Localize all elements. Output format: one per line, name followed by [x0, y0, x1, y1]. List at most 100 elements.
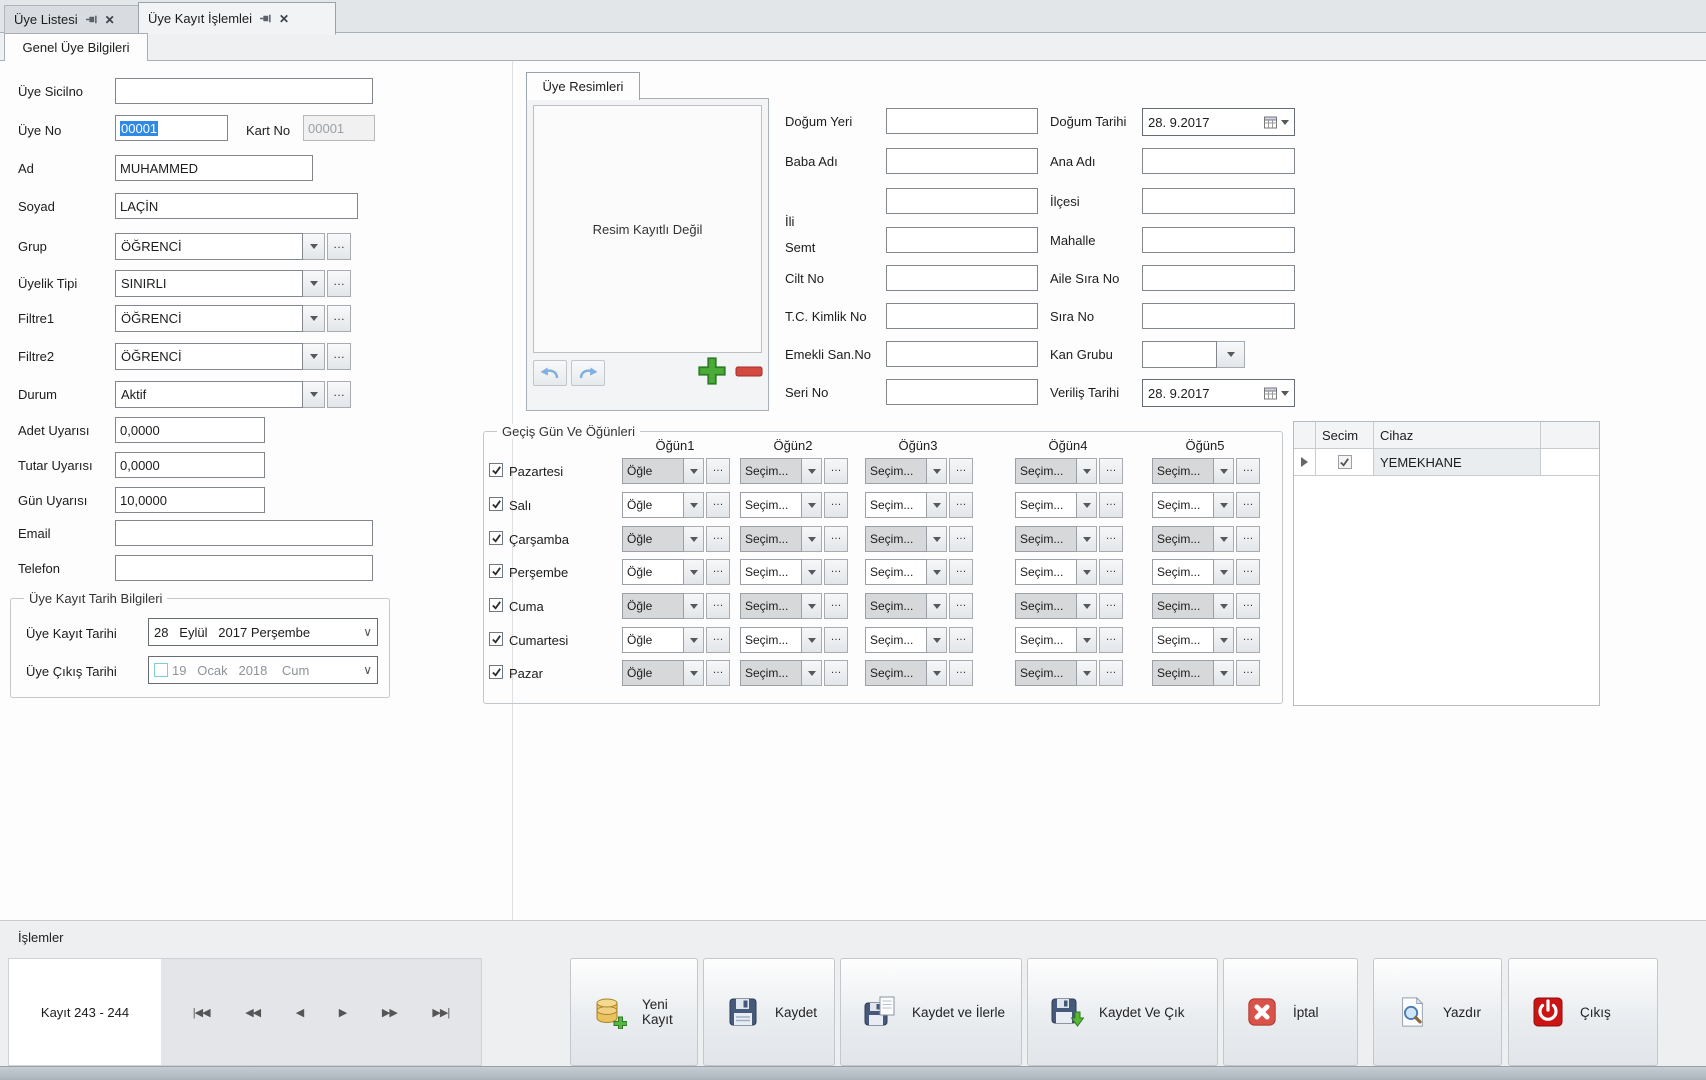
- dropdown-arrow-icon[interactable]: [802, 660, 822, 686]
- durum-combo[interactable]: Aktif …: [115, 381, 351, 408]
- ellipsis-button[interactable]: …: [824, 593, 848, 619]
- dropdown-arrow-icon[interactable]: [1077, 593, 1097, 619]
- ellipsis-button[interactable]: …: [1236, 458, 1260, 484]
- seri-no-input[interactable]: [886, 379, 1038, 405]
- nav-prev-page-button[interactable]: ◀◀: [245, 1006, 260, 1019]
- meal-combo[interactable]: Öğle…: [622, 559, 730, 585]
- dropdown-arrow-icon[interactable]: [1214, 593, 1234, 619]
- ellipsis-button[interactable]: …: [949, 660, 973, 686]
- dropdown-arrow-icon[interactable]: [802, 627, 822, 653]
- ilcesi-input[interactable]: [1142, 188, 1295, 214]
- ellipsis-button[interactable]: …: [949, 458, 973, 484]
- ellipsis-button[interactable]: …: [1099, 660, 1123, 686]
- meal-combo[interactable]: Seçim...…: [865, 627, 973, 653]
- grup-combo[interactable]: ÖĞRENCİ …: [115, 233, 351, 260]
- ellipsis-button[interactable]: …: [1236, 593, 1260, 619]
- dropdown-arrow-icon[interactable]: [303, 305, 325, 332]
- dropdown-arrow-icon[interactable]: [1077, 660, 1097, 686]
- dropdown-arrow-icon[interactable]: [303, 233, 325, 260]
- cihaz-column-header[interactable]: Cihaz: [1374, 422, 1541, 449]
- ellipsis-button[interactable]: …: [824, 492, 848, 518]
- ellipsis-button[interactable]: …: [1099, 526, 1123, 552]
- ellipsis-button[interactable]: …: [1099, 458, 1123, 484]
- dropdown-arrow-icon[interactable]: [1214, 660, 1234, 686]
- dropdown-arrow-icon[interactable]: [1214, 492, 1234, 518]
- dropdown-arrow-icon[interactable]: [684, 458, 704, 484]
- day-checkbox[interactable]: [489, 598, 503, 612]
- ellipsis-button[interactable]: …: [824, 660, 848, 686]
- dropdown-arrow-icon[interactable]: [684, 559, 704, 585]
- meal-combo[interactable]: Seçim...…: [1015, 492, 1123, 518]
- meal-combo[interactable]: Seçim...…: [740, 458, 848, 484]
- meal-combo[interactable]: Seçim...…: [740, 627, 848, 653]
- meal-combo[interactable]: Öğle…: [622, 660, 730, 686]
- meal-combo[interactable]: Öğle…: [622, 492, 730, 518]
- ellipsis-button[interactable]: …: [824, 559, 848, 585]
- iptal-button[interactable]: İptal: [1223, 958, 1358, 1066]
- device-checkbox[interactable]: [1338, 455, 1352, 469]
- meal-combo[interactable]: Seçim...…: [740, 593, 848, 619]
- nav-next-button[interactable]: ▶: [339, 1006, 346, 1019]
- ellipsis-button[interactable]: …: [1236, 559, 1260, 585]
- ellipsis-button[interactable]: …: [327, 233, 351, 260]
- dropdown-arrow-icon[interactable]: [927, 492, 947, 518]
- dropdown-arrow-icon[interactable]: [802, 458, 822, 484]
- meal-combo[interactable]: Seçim...…: [1152, 492, 1260, 518]
- filtre2-combo[interactable]: ÖĞRENCİ …: [115, 343, 351, 370]
- ellipsis-button[interactable]: …: [706, 526, 730, 552]
- filtre1-combo[interactable]: ÖĞRENCİ …: [115, 305, 351, 332]
- dropdown-arrow-icon[interactable]: [802, 526, 822, 552]
- meal-combo[interactable]: Seçim...…: [1015, 627, 1123, 653]
- secim-column-header[interactable]: Secim: [1316, 422, 1374, 449]
- photo-add-button[interactable]: [695, 355, 729, 387]
- meal-combo[interactable]: Seçim...…: [1152, 559, 1260, 585]
- day-checkbox[interactable]: [489, 665, 503, 679]
- dropdown-arrow-icon[interactable]: [303, 270, 325, 297]
- day-checkbox[interactable]: [489, 632, 503, 646]
- ellipsis-button[interactable]: …: [1099, 593, 1123, 619]
- close-icon[interactable]: ✕: [279, 13, 289, 25]
- kaydet-ve-ilerle-button[interactable]: Kaydet ve İlerle: [840, 958, 1022, 1066]
- dropdown-arrow-icon[interactable]: [1077, 492, 1097, 518]
- day-checkbox[interactable]: [489, 463, 503, 477]
- dropdown-arrow-icon[interactable]: [927, 593, 947, 619]
- sira-no-input[interactable]: [1142, 303, 1295, 329]
- ili-input[interactable]: [886, 188, 1038, 214]
- nav-first-button[interactable]: |◀◀: [193, 1006, 210, 1019]
- photo-next-button[interactable]: [571, 360, 605, 386]
- tc-kimlik-no-input[interactable]: [886, 303, 1038, 329]
- meal-combo[interactable]: Seçim...…: [1015, 559, 1123, 585]
- dropdown-arrow-icon[interactable]: [1077, 559, 1097, 585]
- adet-uyarisi-input[interactable]: 0,0000: [115, 417, 265, 443]
- yazdir-button[interactable]: Yazdır: [1373, 958, 1502, 1066]
- dropdown-arrow-icon[interactable]: [684, 492, 704, 518]
- ellipsis-button[interactable]: …: [327, 343, 351, 370]
- ellipsis-button[interactable]: …: [706, 492, 730, 518]
- dropdown-arrow-icon[interactable]: [927, 458, 947, 484]
- meal-combo[interactable]: Seçim...…: [865, 526, 973, 552]
- ellipsis-button[interactable]: …: [327, 270, 351, 297]
- ellipsis-button[interactable]: …: [949, 593, 973, 619]
- ellipsis-button[interactable]: …: [1099, 559, 1123, 585]
- dogum-tarihi-picker[interactable]: 28. 9.2017: [1142, 108, 1295, 136]
- dropdown-arrow-icon[interactable]: [303, 381, 325, 408]
- ellipsis-button[interactable]: …: [1236, 627, 1260, 653]
- uye-sicilno-input[interactable]: [115, 78, 373, 104]
- dropdown-arrow-icon[interactable]: [1281, 120, 1289, 125]
- meal-combo[interactable]: Seçim...…: [865, 660, 973, 686]
- cikis-button[interactable]: Çıkış: [1508, 958, 1658, 1066]
- ellipsis-button[interactable]: …: [1236, 660, 1260, 686]
- day-checkbox[interactable]: [489, 564, 503, 578]
- dropdown-arrow-icon[interactable]: [927, 660, 947, 686]
- dropdown-arrow-icon[interactable]: [1281, 391, 1289, 396]
- meal-combo[interactable]: Seçim...…: [865, 458, 973, 484]
- meal-combo[interactable]: Seçim...…: [1152, 660, 1260, 686]
- dropdown-arrow-icon[interactable]: [684, 593, 704, 619]
- dropdown-arrow-icon[interactable]: [802, 559, 822, 585]
- day-checkbox[interactable]: [489, 531, 503, 545]
- meal-combo[interactable]: Seçim...…: [740, 559, 848, 585]
- meal-combo[interactable]: Seçim...…: [1015, 458, 1123, 484]
- meal-combo[interactable]: Seçim...…: [740, 492, 848, 518]
- photo-remove-button[interactable]: [733, 362, 765, 382]
- meal-combo[interactable]: Seçim...…: [865, 593, 973, 619]
